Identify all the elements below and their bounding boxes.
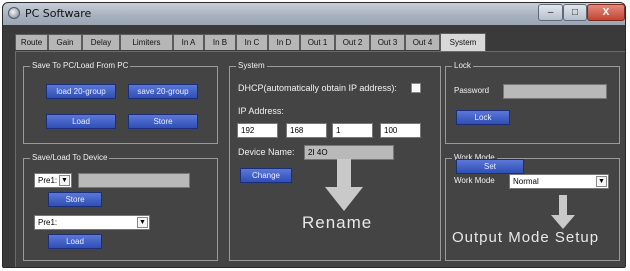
save-load-device-group: Save/Load To Device Pre1: ▼ Store Pre1: …	[23, 153, 218, 261]
title-bar[interactable]: PC Software – □ X	[3, 3, 625, 25]
close-button[interactable]: X	[587, 4, 625, 21]
system-panel: Save To PC/Load From PC load 20-group sa…	[15, 51, 625, 267]
window-title: PC Software	[25, 7, 92, 20]
chevron-down-icon: ▼	[137, 217, 148, 228]
password-input[interactable]	[503, 84, 607, 99]
lock-button[interactable]: Lock	[456, 110, 510, 125]
system-group-title: System	[236, 61, 267, 70]
store-to-pc-button[interactable]: Store	[128, 114, 198, 129]
output-mode-arrow-icon	[551, 195, 575, 229]
preset-name-input[interactable]	[78, 173, 190, 188]
tab-route[interactable]: Route	[15, 34, 48, 50]
store-to-device-button[interactable]: Store	[48, 192, 102, 207]
password-label: Password	[454, 86, 490, 95]
save-to-pc-title: Save To PC/Load From PC	[30, 61, 131, 70]
work-mode-group: Work Mode Work Mode Normal ▼ Set Output …	[445, 153, 620, 261]
tab-in-d[interactable]: In D	[268, 34, 300, 50]
maximize-button[interactable]: □	[563, 4, 587, 21]
work-mode-select[interactable]: Normal ▼	[509, 174, 609, 189]
app-window: PC Software – □ X Route Gain Delay Limit…	[2, 2, 626, 268]
save-to-pc-group: Save To PC/Load From PC load 20-group sa…	[23, 61, 218, 144]
load-from-device-button[interactable]: Load	[48, 234, 102, 249]
work-mode-label: Work Mode	[454, 176, 495, 185]
tab-out-4[interactable]: Out 4	[405, 34, 440, 50]
save-load-device-title: Save/Load To Device	[30, 153, 110, 162]
tab-in-c[interactable]: In C	[236, 34, 268, 50]
ip-octet-3-input[interactable]: 1	[332, 123, 373, 138]
load-20-group-button[interactable]: load 20-group	[46, 84, 116, 99]
change-name-button[interactable]: Change	[240, 168, 292, 183]
device-name-label: Device Name:	[238, 147, 295, 157]
set-work-mode-button[interactable]: Set	[456, 159, 524, 174]
chevron-down-icon: ▼	[596, 176, 607, 187]
minimize-button[interactable]: –	[538, 4, 563, 21]
tab-in-a[interactable]: In A	[173, 34, 204, 50]
app-icon	[8, 7, 20, 19]
preset-store-value: Pre1:	[38, 176, 58, 185]
ip-address-label: IP Address:	[238, 106, 284, 116]
lock-group: Lock Password Lock	[445, 61, 620, 144]
dhcp-checkbox[interactable]	[411, 83, 421, 93]
lock-group-title: Lock	[452, 61, 473, 70]
tab-out-3[interactable]: Out 3	[370, 34, 405, 50]
tab-in-b[interactable]: In B	[204, 34, 236, 50]
ip-octet-1-input[interactable]: 192	[237, 123, 278, 138]
chevron-down-icon: ▼	[59, 175, 70, 186]
preset-load-value: Pre1:	[38, 218, 58, 227]
dhcp-label: DHCP(automatically obtain IP address):	[238, 83, 397, 93]
tab-system[interactable]: System	[440, 33, 486, 51]
tab-delay[interactable]: Delay	[82, 34, 120, 50]
tab-out-2[interactable]: Out 2	[335, 34, 370, 50]
save-20-group-button[interactable]: save 20-group	[128, 84, 198, 99]
output-mode-annotation: Output Mode Setup	[452, 229, 600, 246]
tab-out-1[interactable]: Out 1	[300, 34, 335, 50]
system-group: System DHCP(automatically obtain IP addr…	[229, 61, 441, 261]
preset-select-load[interactable]: Pre1: ▼	[34, 215, 150, 230]
rename-annotation: Rename	[302, 213, 373, 232]
load-from-pc-button[interactable]: Load	[46, 114, 116, 129]
rename-arrow-icon	[325, 159, 363, 211]
work-mode-value: Normal	[513, 177, 539, 186]
device-name-input[interactable]: 2I 4O	[304, 145, 394, 160]
preset-select-store[interactable]: Pre1: ▼	[34, 173, 72, 188]
tab-limiters[interactable]: Limiters	[120, 34, 173, 50]
tab-gain[interactable]: Gain	[48, 34, 82, 50]
ip-octet-4-input[interactable]: 100	[380, 123, 421, 138]
ip-octet-2-input[interactable]: 168	[286, 123, 327, 138]
